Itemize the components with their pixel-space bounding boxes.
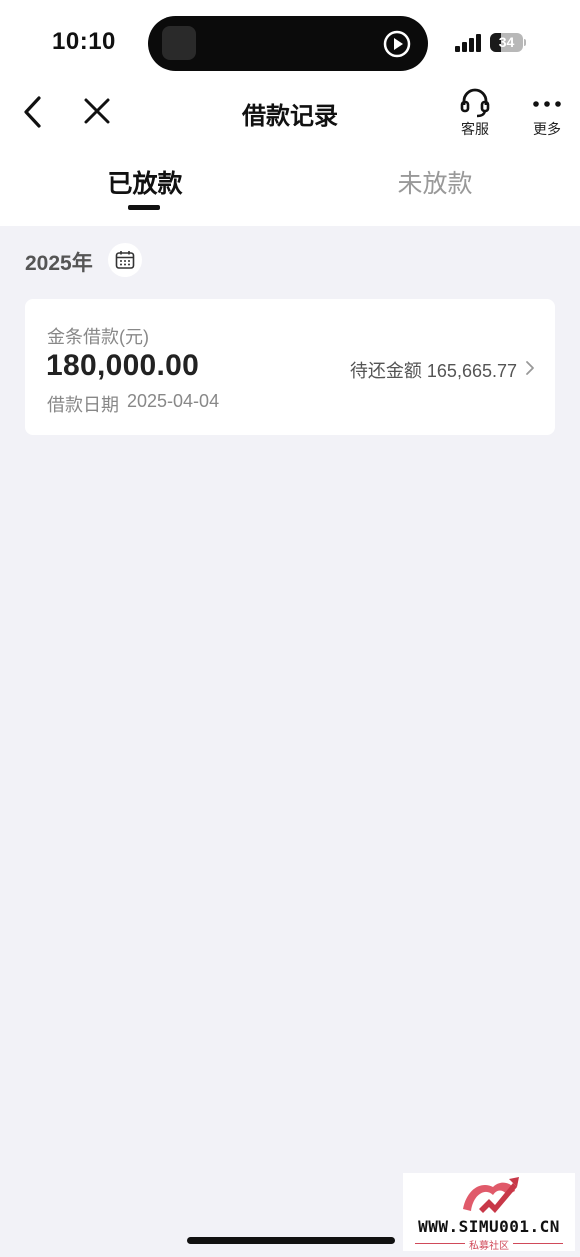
customer-service-button[interactable]: 客服 [450, 88, 500, 139]
loan-product-label: 金条借款(元) [47, 327, 149, 347]
customer-service-label: 客服 [461, 121, 489, 137]
signal-icon [455, 34, 481, 52]
more-button[interactable]: 更多 [522, 88, 572, 139]
active-tab-indicator [128, 205, 160, 210]
status-time: 10:10 [52, 28, 116, 55]
play-icon [383, 30, 411, 58]
loan-date-value: 2025-04-04 [127, 391, 220, 411]
watermark-subtext: 私募社区 [469, 1241, 509, 1252]
dynamic-island [148, 16, 428, 71]
watermark-logo-icon [463, 1177, 519, 1213]
app-icon [162, 26, 196, 60]
tab-disbursed[interactable]: 已放款 [45, 164, 245, 200]
watermark-text: WWW.SIMU001.CN [418, 1217, 560, 1236]
battery-level: 34 [498, 34, 515, 50]
year-label: 2025年 [25, 252, 93, 275]
loan-record-card[interactable]: 金条借款(元) 180,000.00 借款日期 2025-04-04 待还金额 … [25, 299, 555, 435]
tab-not-disbursed[interactable]: 未放款 [335, 164, 535, 200]
remaining-amount: 待还金额 165,665.77 [349, 361, 517, 381]
calendar-icon [115, 251, 135, 269]
more-dots-icon [533, 101, 561, 107]
loan-amount: 180,000.00 [46, 349, 200, 382]
battery-icon: 34 [490, 33, 526, 52]
loan-date-label: 借款日期 [47, 395, 119, 415]
more-label: 更多 [533, 121, 561, 137]
chevron-right-icon [526, 361, 534, 375]
home-indicator [187, 1237, 395, 1244]
calendar-button[interactable] [108, 243, 142, 277]
headset-icon [460, 88, 490, 118]
watermark: WWW.SIMU001.CN 私募社区 [403, 1173, 575, 1252]
